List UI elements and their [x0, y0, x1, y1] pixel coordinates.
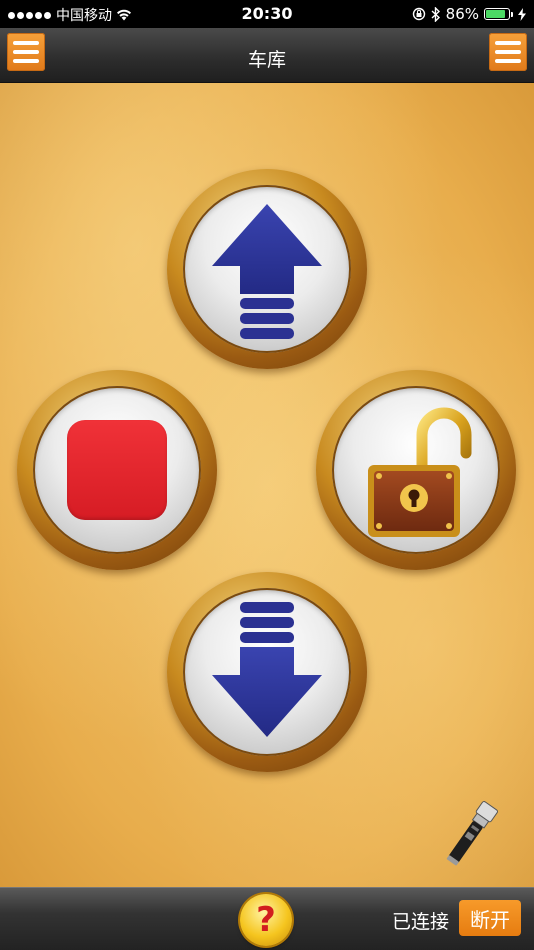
unlock-button[interactable] — [316, 370, 516, 570]
status-bar: 中国移动 20:30 86% — [0, 0, 534, 28]
arrow-up-icon — [212, 204, 322, 339]
hamburger-icon-bar — [495, 41, 521, 45]
open-up-button-face — [183, 185, 351, 353]
battery-percent: 86% — [445, 5, 479, 23]
help-button[interactable]: ? — [240, 894, 292, 946]
close-down-button[interactable] — [167, 572, 367, 772]
unlocked-padlock-icon — [368, 407, 472, 537]
stop-button[interactable] — [17, 370, 217, 570]
close-down-button-face — [183, 588, 351, 756]
orientation-lock-icon — [412, 7, 425, 21]
bluetooth-icon — [431, 6, 440, 22]
charging-bolt-icon — [518, 7, 526, 21]
right-menu-button[interactable] — [489, 33, 527, 71]
page-title: 车库 — [247, 49, 286, 71]
flashlight-icon[interactable] — [440, 797, 500, 872]
control-panel — [0, 83, 534, 887]
arrow-down-icon — [212, 602, 322, 737]
bottom-bar: ? 已连接 断开 — [0, 887, 534, 950]
disconnect-button[interactable]: 断开 — [459, 900, 521, 936]
open-up-button[interactable] — [167, 169, 367, 369]
stop-square-icon — [67, 420, 167, 520]
unlock-button-face — [332, 386, 500, 554]
status-right: 86% — [412, 5, 526, 23]
battery-tip — [511, 11, 513, 17]
nav-bar: 车库 — [0, 28, 534, 83]
connection-status: 已连接 — [392, 911, 450, 933]
battery-icon — [484, 8, 510, 20]
hamburger-icon-bar — [495, 59, 521, 63]
hamburger-icon-bar — [495, 50, 521, 54]
stop-button-face — [33, 386, 201, 554]
